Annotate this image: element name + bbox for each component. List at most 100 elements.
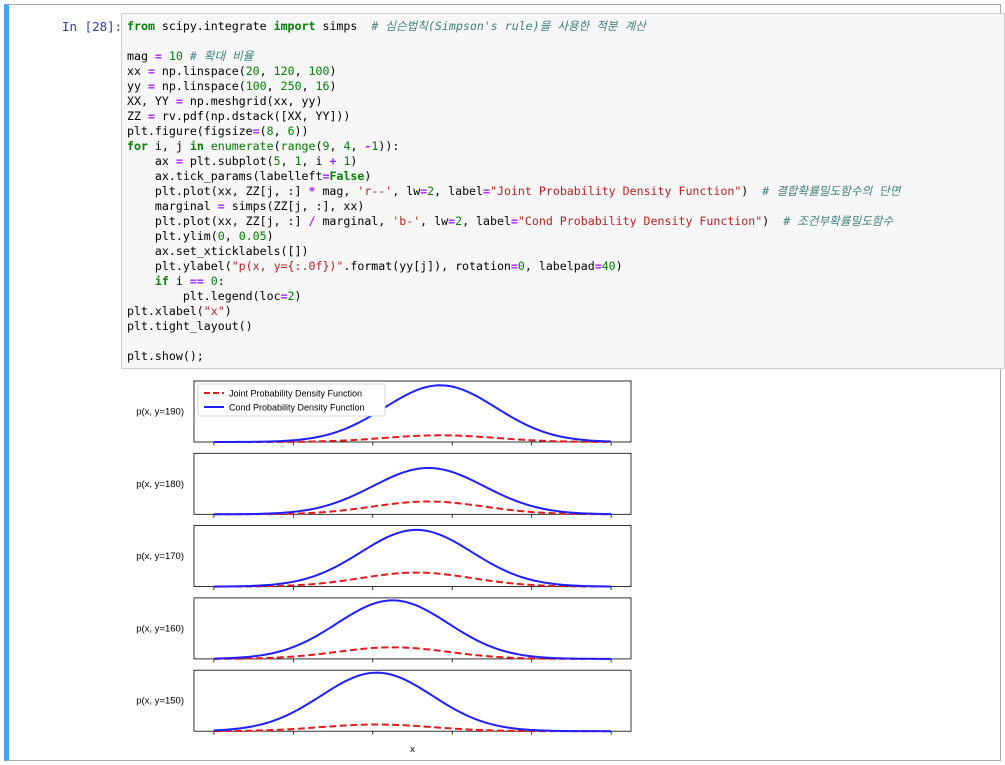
- code-token: in: [189, 139, 204, 153]
- code-token: i: [168, 274, 190, 288]
- code-token: False: [329, 169, 365, 183]
- code-token: np.linspace(: [154, 79, 246, 93]
- code-line: plt.legend(loc=2): [127, 289, 302, 303]
- code-line: mag = 10 # 확대 비율: [127, 49, 253, 63]
- code-token: xx: [127, 64, 148, 78]
- code-line: plt.ylabel("p(x, y={:.0f})".format(yy[j]…: [127, 259, 623, 273]
- code-line: XX, YY = np.meshgrid(xx, yy): [127, 94, 322, 108]
- code-token: =: [280, 289, 288, 303]
- code-token: ): [350, 154, 358, 168]
- code-token: "x": [203, 304, 225, 318]
- code-token: plt.ylim(: [127, 229, 218, 243]
- code-line: ax.set_xticklabels([]): [127, 244, 309, 258]
- code-token: plt.tight_layout(): [127, 319, 253, 333]
- axes-frame: [193, 452, 632, 515]
- code-token: ==: [189, 274, 204, 288]
- code-token: plt.legend(loc: [127, 289, 281, 303]
- code-token: (: [259, 124, 267, 138]
- cell-prompt: In [28]:: [62, 19, 123, 34]
- output-area: p(x, y=190) Joint Probability Density Fun…: [121, 375, 641, 760]
- code-token: ,: [301, 79, 316, 93]
- code-token: ,: [350, 139, 365, 153]
- notebook-code-cell[interactable]: In [28]: from scipy.integrate import sim…: [4, 4, 1005, 761]
- code-token: 6: [287, 124, 295, 138]
- code-token: ,: [273, 124, 288, 138]
- legend: Joint Probability Density Function Cond P…: [197, 383, 386, 417]
- code-token: , label: [434, 184, 484, 198]
- code-token: ax.set_xticklabels([]): [127, 244, 309, 258]
- code-token: 250: [280, 79, 302, 93]
- code-token: ): [329, 64, 337, 78]
- code-token: # 확대 비율: [189, 49, 254, 63]
- code-token: .format(yy[j]), rotation: [343, 259, 511, 273]
- code-token: ): [329, 79, 337, 93]
- code-token: ): [294, 289, 302, 303]
- code-token: =: [147, 79, 155, 93]
- x-axis-label: x: [410, 744, 415, 755]
- code-token: 16: [315, 79, 330, 93]
- code-line: from scipy.integrate import simps # 심슨법칙…: [127, 19, 646, 33]
- code-token: 2: [287, 289, 295, 303]
- code-token: "Cond Probability Density Function": [517, 214, 763, 228]
- code-editor[interactable]: from scipy.integrate import simps # 심슨법칙…: [121, 13, 1005, 369]
- code-token: "p(x, y={:.0f})": [231, 259, 344, 273]
- code-token: from: [127, 19, 155, 33]
- code-text[interactable]: from scipy.integrate import simps # 심슨법칙…: [127, 19, 901, 364]
- code-token: ): [266, 229, 274, 243]
- code-token: =: [217, 199, 225, 213]
- legend-entry: Joint Probability Density Function: [229, 389, 362, 399]
- code-token: 'b-': [392, 214, 421, 228]
- code-token: range: [280, 139, 316, 153]
- code-token: marginal,: [315, 214, 393, 228]
- code-token: 120: [273, 64, 295, 78]
- code-token: 0: [217, 229, 225, 243]
- subplot-ylabel: p(x, y=180): [136, 479, 184, 490]
- code-token: ,: [266, 79, 281, 93]
- code-token: , i: [301, 154, 330, 168]
- code-token: , label: [462, 214, 511, 228]
- subplot-ylabel: p(x, y=170): [136, 551, 184, 562]
- code-token: ax: [127, 154, 176, 168]
- code-token: )): [294, 124, 309, 138]
- subplot-5: p(x, y=150): [136, 669, 632, 735]
- code-token: ,: [294, 64, 309, 78]
- code-line: xx = np.linspace(20, 120, 100): [127, 64, 336, 78]
- code-line: ax = plt.subplot(5, 1, i + 1): [127, 154, 358, 168]
- code-token: , lw: [420, 214, 449, 228]
- code-token: =: [147, 109, 155, 123]
- code-token: 8: [266, 124, 274, 138]
- code-token: # 심슨법칙(Simpson's rule)을 사용한 적분 계산: [371, 19, 646, 33]
- code-token: ,: [224, 229, 239, 243]
- code-token: 5: [273, 154, 281, 168]
- code-token: =: [147, 64, 155, 78]
- code-token: 0.05: [238, 229, 267, 243]
- code-token: for: [127, 139, 148, 153]
- code-token: plt.xlabel(: [127, 304, 204, 318]
- code-line: plt.figure(figsize=(8, 6)): [127, 124, 309, 138]
- code-token: 40: [601, 259, 616, 273]
- code-token: =: [175, 154, 183, 168]
- code-token: 0: [517, 259, 525, 273]
- code-token: scipy.integrate: [154, 19, 274, 33]
- code-line: plt.xlabel("x"): [127, 304, 232, 318]
- code-token: =: [594, 259, 602, 273]
- code-token: ): [615, 259, 623, 273]
- legend-entry: Cond Probability Density Function: [229, 403, 365, 413]
- code-token: simps(ZZ[j, :], xx): [224, 199, 365, 213]
- code-token: if: [154, 274, 169, 288]
- code-token: import: [273, 19, 316, 33]
- code-token: rv.pdf(np.dstack([XX, YY])): [154, 109, 351, 123]
- subplot-3: p(x, y=170): [136, 525, 632, 591]
- code-line: ZZ = rv.pdf(np.dstack([XX, YY])): [127, 109, 350, 123]
- code-token: plt.plot(xx, ZZ[j, :]: [127, 184, 309, 198]
- code-token: XX, YY: [127, 94, 176, 108]
- subplot-figure: p(x, y=190) Joint Probability Density Fun…: [136, 380, 632, 755]
- code-line: if i == 0:: [127, 274, 225, 288]
- axes-frame: [193, 669, 632, 732]
- code-token: 20: [245, 64, 260, 78]
- code-token: # 결합확률밀도함수의 단면: [762, 184, 901, 198]
- code-token: ): [224, 304, 232, 318]
- code-line: yy = np.linspace(100, 250, 16): [127, 79, 336, 93]
